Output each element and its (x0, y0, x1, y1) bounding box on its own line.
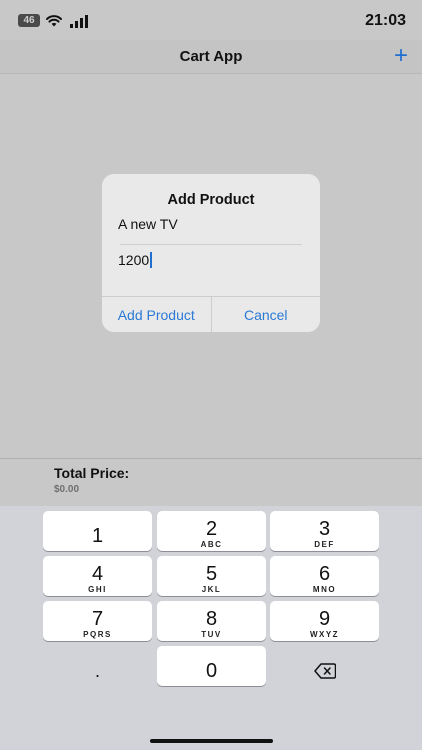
key-9[interactable]: 9 WXYZ (270, 601, 379, 641)
dialog-title: Add Product (167, 192, 255, 208)
key-4[interactable]: 4 GHI (43, 556, 152, 596)
text-caret (150, 252, 153, 268)
battery-icon: 46 (18, 14, 40, 27)
product-name-field[interactable]: A new TV (118, 216, 302, 238)
key-decimal[interactable]: . (43, 646, 152, 686)
total-price-label: Total Price: (54, 465, 130, 481)
key-8[interactable]: 8 TUV (157, 601, 266, 641)
field-divider (120, 244, 302, 245)
key-7[interactable]: 7 PQRS (43, 601, 152, 641)
cancel-button[interactable]: Cancel (210, 297, 321, 332)
plus-icon: + (393, 42, 408, 69)
home-indicator[interactable] (150, 739, 273, 743)
clock: 21:03 (365, 12, 406, 29)
key-3[interactable]: 3 DEF (270, 511, 379, 551)
product-name-value: A new TV (118, 216, 178, 232)
add-product-confirm-button[interactable]: Add Product (102, 297, 211, 332)
product-price-field[interactable]: 1200 (118, 252, 302, 274)
navigation-bar: Cart App + (0, 40, 422, 74)
backspace-icon (313, 662, 336, 679)
key-2[interactable]: 2 ABC (157, 511, 266, 551)
delete-key[interactable] (270, 646, 379, 686)
signal-icon (70, 15, 88, 28)
status-bar: 46 21:03 (0, 0, 422, 40)
add-product-button[interactable]: + (394, 42, 408, 70)
key-1[interactable]: 1 (43, 511, 152, 551)
key-5[interactable]: 5 JKL (157, 556, 266, 596)
numeric-keyboard: 1 2 ABC 3 DEF 4 GHI 5 JKL 6 MNO 7 PQRS 8… (0, 506, 422, 750)
wifi-icon (46, 15, 62, 27)
key-6[interactable]: 6 MNO (270, 556, 379, 596)
product-price-value: 1200 (118, 252, 150, 268)
add-product-dialog: Add Product A new TV 1200 Add Product Ca… (102, 174, 320, 332)
page-title: Cart App (179, 48, 243, 65)
total-section: Total Price: $0.00 (0, 458, 422, 506)
key-0[interactable]: 0 (157, 646, 266, 686)
total-price-value: $0.00 (54, 484, 80, 495)
dialog-actions: Add Product Cancel (102, 296, 320, 332)
